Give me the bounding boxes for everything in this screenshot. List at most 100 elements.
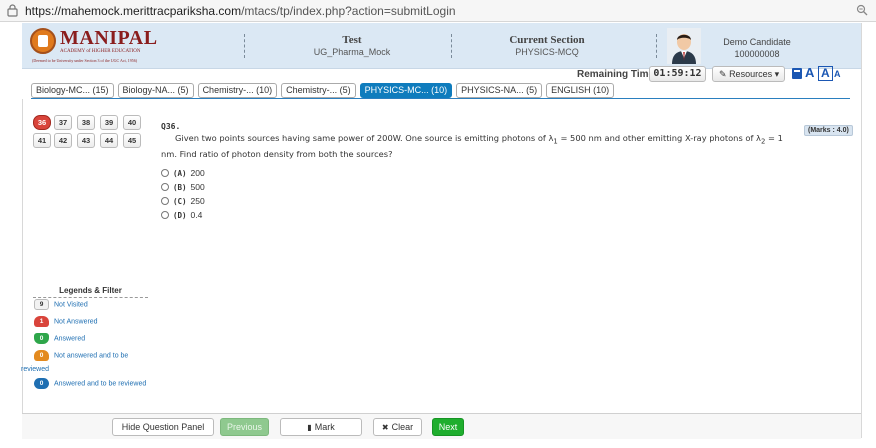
radio-button[interactable] xyxy=(161,183,169,191)
candidate-id: 100000008 xyxy=(734,49,780,59)
logo-name: MANIPAL xyxy=(60,27,158,49)
option-b[interactable]: (B) 500 xyxy=(161,182,205,192)
remaining-time-value: 01:59:12 xyxy=(649,66,706,82)
legend-label-wrap: reviewed xyxy=(21,366,50,373)
option-label: (C) xyxy=(173,197,187,206)
option-c[interactable]: (C) 250 xyxy=(161,196,205,206)
panel-border xyxy=(861,23,862,438)
option-value: 250 xyxy=(190,196,205,206)
question-button-42[interactable]: 42 xyxy=(54,133,72,148)
tab-physics-na[interactable]: PHYSICS-NA... (5) xyxy=(456,83,543,98)
resources-label: Resources xyxy=(729,69,773,79)
test-name: UG_Pharma_Mock xyxy=(313,47,391,57)
section-info: Current Section PHYSICS-MCQ xyxy=(477,34,617,57)
question-marks: (Marks : 4.0) xyxy=(804,125,853,136)
tab-biology-mcq[interactable]: Biology-MC... (15) xyxy=(31,83,114,98)
legend-not-visited[interactable]: 9 Not Visited xyxy=(34,299,88,310)
question-button-36[interactable]: 36 xyxy=(33,115,51,130)
font-large-button[interactable]: A xyxy=(805,65,814,80)
tab-chemistry-mcq[interactable]: Chemistry-... (10) xyxy=(197,83,278,98)
question-text-part: Given two points sources having same pow… xyxy=(175,133,554,143)
radio-button[interactable] xyxy=(161,197,169,205)
font-medium-button[interactable]: A xyxy=(818,66,833,81)
legend-badge: 0 xyxy=(34,333,49,344)
question-text: Given two points sources having same pow… xyxy=(161,132,801,160)
logo-subtitle: ACADEMY of HIGHER EDUCATION xyxy=(60,49,141,54)
browser-address-bar[interactable]: https://mahemock.merittracpariksha.com/m… xyxy=(0,0,876,22)
radio-button[interactable] xyxy=(161,211,169,219)
close-icon: ✖ xyxy=(381,423,389,432)
legend-answered-marked[interactable]: 0 Answered and to be reviewed xyxy=(34,378,146,389)
candidate-avatar-icon xyxy=(667,28,701,64)
tab-chemistry-na[interactable]: Chemistry-... (5) xyxy=(281,83,356,98)
question-button-39[interactable]: 39 xyxy=(100,115,118,130)
url-host: https://mahemock.merittracpariksha.com xyxy=(25,4,242,18)
tab-biology-na[interactable]: Biology-NA... (5) xyxy=(117,83,194,98)
legend-badge: 0 xyxy=(34,350,49,361)
legend-badge: 1 xyxy=(34,316,49,327)
zoom-icon[interactable] xyxy=(856,4,868,16)
question-button-40[interactable]: 40 xyxy=(123,115,141,130)
option-value: 500 xyxy=(190,182,205,192)
legend-label: Not Answered xyxy=(54,318,98,326)
question-button-45[interactable]: 45 xyxy=(123,133,141,148)
legend-label: Not answered and to be xyxy=(54,352,129,360)
clear-label: Clear xyxy=(391,422,414,432)
legend-not-answered[interactable]: 1 Not Answered xyxy=(34,316,98,327)
mark-button[interactable]: ▮ Mark xyxy=(280,418,362,436)
tab-english[interactable]: ENGLISH (10) xyxy=(546,83,615,98)
previous-button[interactable]: Previous xyxy=(220,418,269,436)
header-divider xyxy=(451,34,452,58)
candidate-name: Demo Candidate xyxy=(723,37,791,47)
question-button-38[interactable]: 38 xyxy=(77,115,95,130)
question-button-41[interactable]: 41 xyxy=(33,133,51,148)
legend-title: Legends & Filter xyxy=(33,286,148,298)
clear-button[interactable]: ✖ Clear xyxy=(373,418,422,436)
question-text-part: = 500 nm and other emitting X-ray photon… xyxy=(557,133,761,143)
lock-icon xyxy=(7,4,18,17)
option-d[interactable]: (D) 0.4 xyxy=(161,210,202,220)
header-divider xyxy=(244,34,245,58)
legend-badge: 9 xyxy=(34,299,49,310)
test-label: Test xyxy=(342,34,362,46)
next-button[interactable]: Next xyxy=(432,418,464,436)
caret-down-icon: ▾ xyxy=(774,69,780,79)
bookmark-icon: ▮ xyxy=(307,423,312,432)
option-label: (A) xyxy=(173,169,187,178)
option-label: (B) xyxy=(173,183,187,192)
resources-dropdown[interactable]: ✎ Resources ▾ xyxy=(712,66,785,82)
section-tabs: Biology-MC... (15) Biology-NA... (5) Chemi… xyxy=(31,83,618,99)
wrench-icon: ✎ xyxy=(719,69,727,79)
candidate-info: Demo Candidate 100000008 xyxy=(722,36,792,60)
legend-label: Answered xyxy=(54,335,86,343)
option-value: 200 xyxy=(190,168,205,178)
test-info: Test UG_Pharma_Mock xyxy=(282,34,422,57)
remaining-time-label: Remaining Time: xyxy=(577,69,658,80)
question-button-37[interactable]: 37 xyxy=(54,115,72,130)
tab-physics-mcq[interactable]: PHYSICS-MC... (10) xyxy=(359,83,453,98)
option-a[interactable]: (A) 200 xyxy=(161,168,205,178)
question-button-44[interactable]: 44 xyxy=(100,133,118,148)
legend-badge: 0 xyxy=(34,378,49,389)
radio-button[interactable] xyxy=(161,169,169,177)
hide-question-panel-button[interactable]: Hide Question Panel xyxy=(112,418,214,436)
legend-answered[interactable]: 0 Answered xyxy=(34,333,85,344)
option-value: 0.4 xyxy=(190,210,203,220)
legend-label: Answered and to be reviewed xyxy=(54,380,147,388)
question-button-43[interactable]: 43 xyxy=(77,133,95,148)
header-divider xyxy=(656,34,657,58)
mark-label: Mark xyxy=(314,422,335,432)
url-text[interactable]: https://mahemock.merittracpariksha.com/m… xyxy=(25,4,456,18)
manipal-logo: MANIPAL ACADEMY of HIGHER EDUCATION (Dee… xyxy=(30,27,157,64)
legend-marked-for-review[interactable]: 0 Not answered and to be xyxy=(34,350,128,361)
calculator-icon[interactable] xyxy=(792,68,802,79)
tabs-underline xyxy=(31,98,850,99)
option-label: (D) xyxy=(173,211,187,220)
exam-header: MANIPAL ACADEMY of HIGHER EDUCATION (Dee… xyxy=(22,23,861,69)
manipal-emblem-icon xyxy=(30,28,56,54)
section-name: PHYSICS-MCQ xyxy=(515,47,579,57)
logo-tagline: (Deemed to be University under Section 3… xyxy=(32,58,138,63)
font-small-button[interactable]: A xyxy=(834,69,841,79)
question-number: Q36. xyxy=(161,122,181,131)
url-path: /mtacs/tp/index.php?action=submitLogin xyxy=(241,4,456,18)
